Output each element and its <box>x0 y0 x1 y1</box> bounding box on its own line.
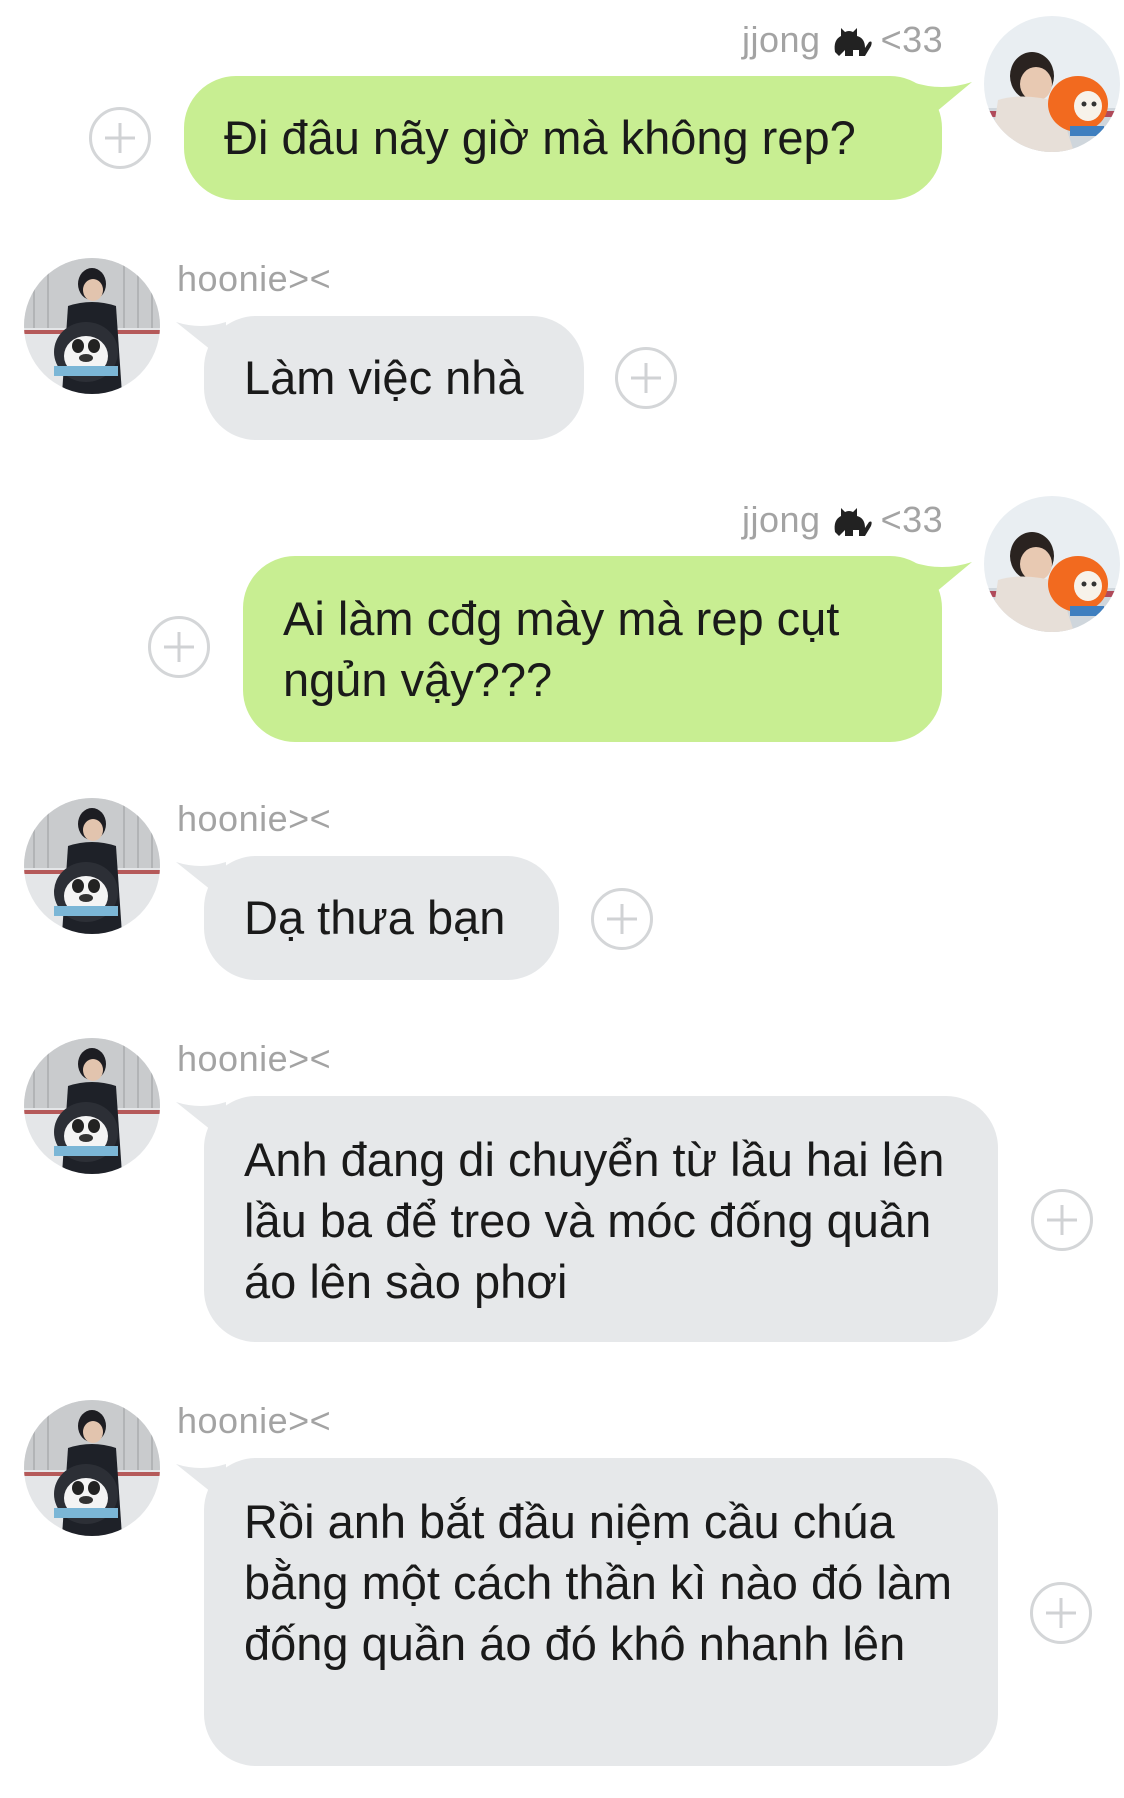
message-bubble[interactable]: Làm việc nhà <box>204 316 584 440</box>
message-bubble[interactable]: Ai làm cđg mày mà rep cụt ngủn vậy??? <box>243 556 942 742</box>
chat-thread: jjong <33 Đi đâu nãy giờ mà không rep? ho… <box>0 0 1124 1798</box>
add-reaction-button[interactable] <box>615 347 677 409</box>
cat-icon <box>831 18 875 67</box>
avatar-outgoing[interactable] <box>984 496 1120 632</box>
add-reaction-button[interactable] <box>591 888 653 950</box>
message-bubble[interactable]: Dạ thưa bạn <box>204 856 559 980</box>
message-bubble[interactable]: Đi đâu nãy giờ mà không rep? <box>184 76 942 200</box>
add-reaction-button[interactable] <box>89 107 151 169</box>
message-bubble[interactable]: Anh đang di chuyển từ lầu hai lên lầu ba… <box>204 1096 998 1342</box>
sender-name-outgoing: jjong <33 <box>742 18 943 67</box>
add-reaction-button[interactable] <box>1031 1189 1093 1251</box>
message-bubble[interactable]: Rồi anh bắt đầu niệm cầu chúa bằng một c… <box>204 1458 998 1766</box>
sender-name-incoming: hoonie>< <box>177 258 332 299</box>
avatar-incoming[interactable] <box>24 258 160 394</box>
cat-icon <box>831 498 875 547</box>
sender-name-incoming: hoonie>< <box>177 1038 332 1079</box>
add-reaction-button[interactable] <box>148 616 210 678</box>
sender-name-incoming: hoonie>< <box>177 798 332 839</box>
avatar-incoming[interactable] <box>24 798 160 934</box>
avatar-outgoing[interactable] <box>984 16 1120 152</box>
sender-name-incoming: hoonie>< <box>177 1400 332 1441</box>
sender-name-outgoing: jjong <33 <box>742 498 943 547</box>
add-reaction-button[interactable] <box>1030 1582 1092 1644</box>
avatar-incoming[interactable] <box>24 1038 160 1174</box>
avatar-incoming[interactable] <box>24 1400 160 1536</box>
